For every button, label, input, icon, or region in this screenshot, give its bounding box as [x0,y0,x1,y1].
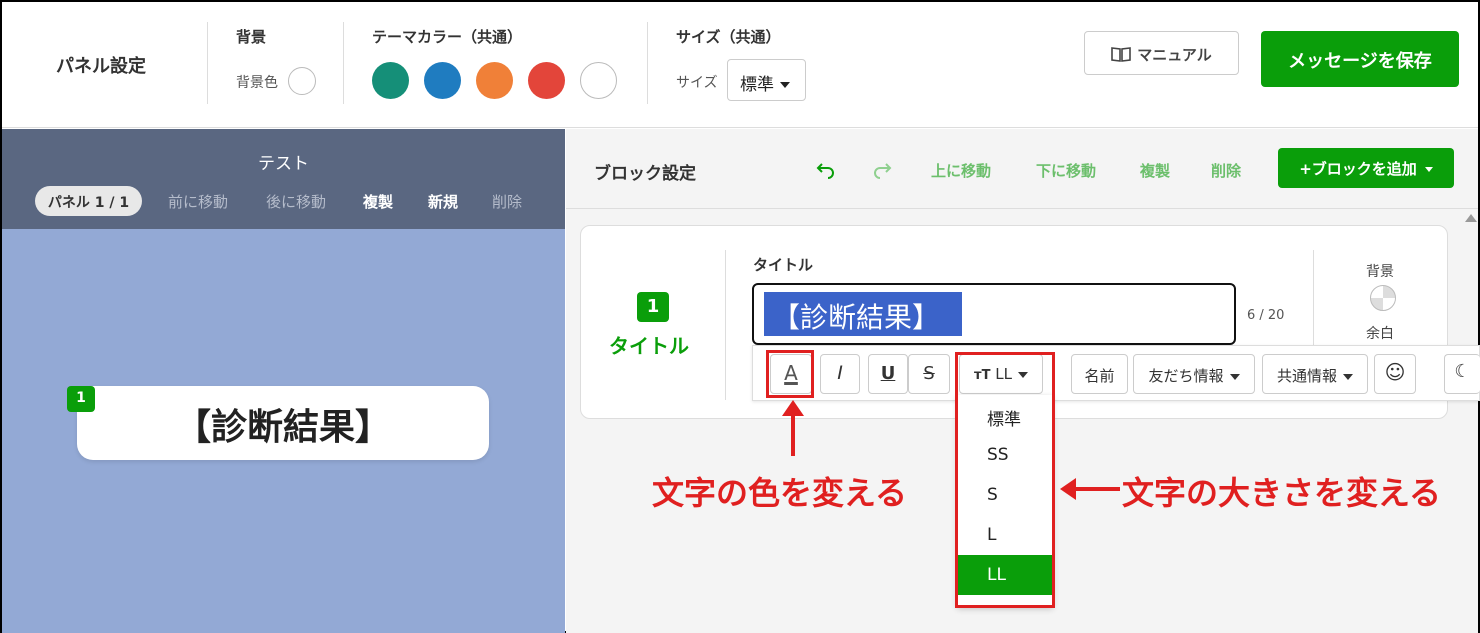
duplicate-block-link[interactable]: 複製 [1140,160,1170,181]
smile-icon: ☺ [1384,360,1406,384]
title-bubble[interactable]: 【診断結果】 [77,386,489,460]
add-block-button[interactable]: +ブロックを追加 [1278,148,1454,188]
char-count: 6 / 20 [1247,308,1285,323]
bg-section-label: 背景 [236,28,267,46]
theme-color-swatch[interactable] [424,62,461,99]
size-select[interactable]: 標準 [727,59,806,101]
strikethrough-button[interactable]: S [908,354,950,394]
dark-mode-button[interactable]: ☾ [1444,354,1480,394]
arrow-left-icon [1060,478,1120,500]
move-prev-link[interactable]: 前に移動 [168,191,228,212]
friend-info-button[interactable]: 友だち情報 [1133,354,1255,394]
color-annotation: 文字の色を変える [652,474,908,512]
panel-pill[interactable]: パネル 1 / 1 [35,186,142,216]
add-block-label: +ブロックを追加 [1299,160,1417,178]
theme-color-swatch[interactable] [528,62,565,99]
common-info-label: 共通情報 [1276,367,1337,385]
italic-button[interactable]: I [820,354,860,394]
delete-block-link[interactable]: 削除 [1211,160,1241,181]
italic-icon: I [837,362,843,384]
size-section-label: サイズ（共通） [676,28,781,46]
block-settings-title: ブロック設定 [594,164,696,184]
strikethrough-icon: S [923,363,935,384]
theme-section-label: テーマカラー（共通） [372,28,523,46]
theme-color-swatch[interactable] [372,62,409,99]
move-up-link[interactable]: 上に移動 [931,160,991,181]
name-insert-button[interactable]: 名前 [1071,354,1128,394]
divider [725,250,726,400]
panel-preview-header: テスト パネル 1 / 1 前に移動 後に移動 複製 新規 削除 [2,129,565,229]
size-label: サイズ [676,75,718,91]
divider [647,22,648,104]
save-message-button[interactable]: メッセージを保存 [1261,31,1459,87]
move-next-link[interactable]: 後に移動 [266,191,326,212]
block-name: タイトル [609,334,689,358]
underline-icon: U [880,363,896,384]
block-badge: 1 [637,292,669,322]
chevron-down-icon [1229,373,1240,380]
divider [207,22,208,104]
bg-color-swatch[interactable] [288,67,316,95]
font-size-highlight [955,352,1055,608]
size-annotation: 文字の大きさを変える [1122,474,1442,512]
new-panel-link[interactable]: 新規 [428,191,458,212]
duplicate-panel-link[interactable]: 複製 [363,191,393,212]
common-info-button[interactable]: 共通情報 [1262,354,1368,394]
emoji-button[interactable]: ☺ [1374,354,1416,394]
bg-label: 背景 [1366,264,1394,280]
divider [1313,250,1314,350]
bg-color-label: 背景色 [236,75,278,91]
manual-button[interactable]: マニュアル [1084,31,1239,75]
moon-icon: ☾ [1454,361,1471,382]
divider [343,22,344,104]
theme-color-swatch[interactable] [476,62,513,99]
size-select-value: 標準 [740,75,774,95]
selected-text: 【診断結果】 [764,292,962,336]
block-settings-header: ブロック設定 上に移動 下に移動 複製 削除 +ブロックを追加 [566,129,1478,209]
theme-color-swatch[interactable] [580,62,617,99]
title-input[interactable]: 【診断結果】 [752,283,1236,345]
bubble-badge: 1 [67,386,95,412]
book-icon [1111,47,1132,62]
chevron-down-icon [780,82,790,88]
undo-icon[interactable] [816,159,836,179]
scroll-up-arrow[interactable] [1465,214,1477,222]
chevron-down-icon [1424,167,1433,172]
field-label: タイトル [753,256,814,274]
redo-icon[interactable] [872,159,892,179]
panel-settings-title: パネル設定 [56,56,146,77]
panel-preview-title: テスト [258,154,309,174]
margin-label: 余白 [1366,326,1394,342]
panel-preview-canvas: 【診断結果】 1 [2,229,565,633]
move-down-link[interactable]: 下に移動 [1036,160,1096,181]
arrow-up-icon [782,400,804,456]
chevron-down-icon [1343,373,1353,380]
text-color-highlight [766,350,814,398]
friend-info-label: 友だち情報 [1148,367,1224,385]
block-bg-swatch[interactable] [1370,285,1396,311]
underline-button[interactable]: U [868,354,908,394]
manual-label: マニュアル [1137,46,1212,64]
top-bar: パネル設定 背景 背景色 テーマカラー（共通） サイズ（共通） サイズ 標準 マ… [2,2,1478,128]
delete-panel-link[interactable]: 削除 [492,191,522,212]
